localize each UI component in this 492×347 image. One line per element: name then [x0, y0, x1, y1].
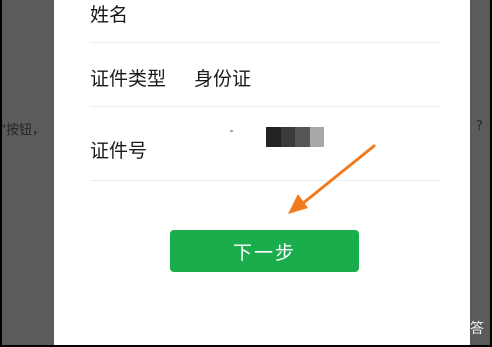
arrow-shaft — [300, 144, 376, 206]
watermark-text: 悟空问答 — [428, 321, 484, 337]
watermark: 悟空问答 — [401, 317, 484, 339]
arrow-head — [288, 194, 308, 214]
wukong-logo-icon — [401, 317, 423, 339]
screenshot-stage: "按钮， ? 姓名 证件类型 身份证 证件号 下一步 悟空问答 — [2, 0, 490, 345]
annotation-arrow-icon — [288, 144, 376, 214]
